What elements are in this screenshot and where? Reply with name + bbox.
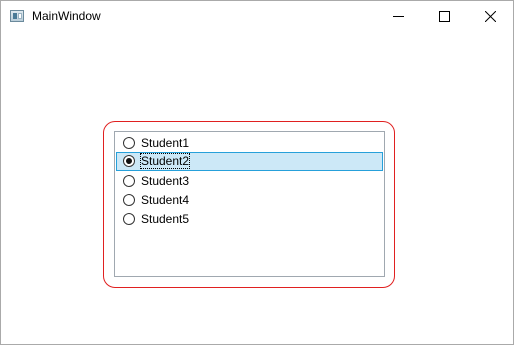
- list-item-label: Student1: [141, 136, 190, 150]
- radio-button-student3[interactable]: [123, 175, 135, 187]
- list-item-label: Student3: [141, 174, 190, 188]
- list-item-label: Student2: [139, 153, 191, 169]
- app-icon[interactable]: [10, 10, 24, 22]
- radio-button-student4[interactable]: [123, 194, 135, 206]
- close-icon: [484, 11, 496, 22]
- list-item-label: Student5: [141, 212, 190, 226]
- list-item-label: Student4: [141, 193, 190, 207]
- list-item-student4[interactable]: Student4: [116, 191, 383, 210]
- list-item-student1[interactable]: Student1: [116, 134, 383, 153]
- minimize-icon: [392, 16, 404, 17]
- radio-button-student5[interactable]: [123, 213, 135, 225]
- main-window: MainWindow Student1 Student2 Student3 St…: [0, 0, 514, 345]
- window-title: MainWindow: [32, 9, 101, 23]
- maximize-button[interactable]: [421, 1, 467, 32]
- radio-button-student1[interactable]: [123, 137, 135, 149]
- list-item-student2[interactable]: Student2: [116, 152, 383, 171]
- minimize-button[interactable]: [375, 1, 421, 32]
- title-bar[interactable]: MainWindow: [1, 1, 513, 32]
- student-listbox[interactable]: Student1 Student2 Student3 Student4 Stud…: [114, 131, 385, 277]
- list-item-student3[interactable]: Student3: [116, 172, 383, 191]
- list-item-student5[interactable]: Student5: [116, 210, 383, 229]
- close-button[interactable]: [467, 1, 513, 32]
- radio-checked-dot: [126, 158, 132, 164]
- maximize-icon: [438, 11, 450, 22]
- radio-button-student2[interactable]: [123, 155, 135, 167]
